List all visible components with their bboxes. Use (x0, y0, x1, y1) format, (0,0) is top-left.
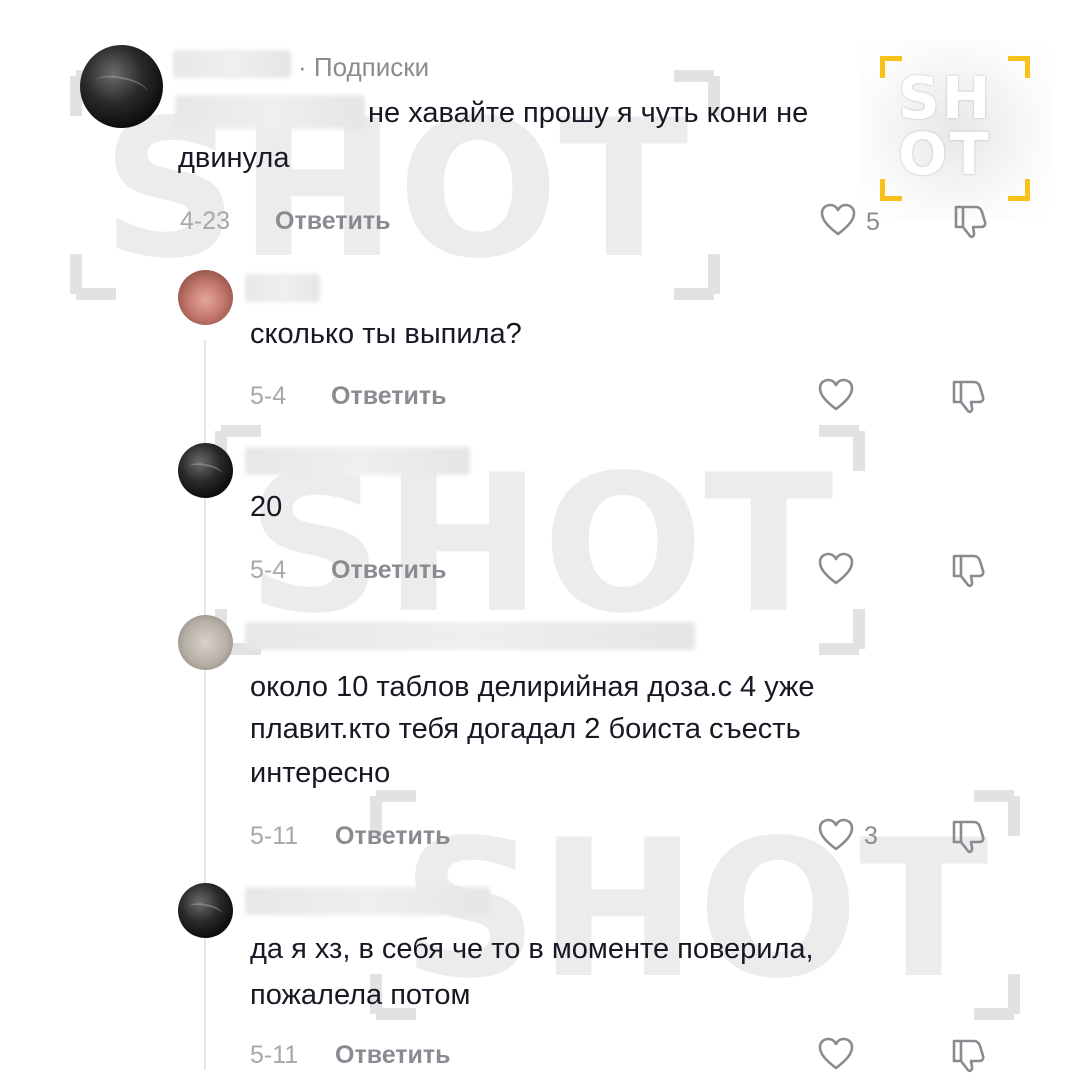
reply-button[interactable]: Ответить (335, 822, 451, 851)
avatar[interactable] (178, 270, 233, 325)
mention-blurred[interactable] (175, 95, 365, 129)
comment-date: 5-4 (250, 382, 287, 410)
like-count: 5 (866, 208, 880, 236)
avatar[interactable] (178, 443, 233, 498)
reply-button[interactable]: Ответить (331, 382, 447, 411)
shot-logo: SH OT (880, 56, 1030, 201)
reply-button[interactable]: Ответить (331, 556, 447, 585)
thumbs-down-outline-icon[interactable] (950, 378, 986, 414)
comment-text: сколько ты выпила? (250, 318, 522, 350)
reply-item: 20 5-4 Ответить (0, 435, 1080, 595)
comment-text-line-1: около 10 таблов делирийная доза.с 4 уже (250, 671, 815, 703)
comment-text-line-2: двинула (178, 142, 290, 174)
comment-date: 5-4 (250, 556, 287, 584)
comment-text-line-3: интересно (250, 757, 391, 789)
comment-text-line-2: пожалела потом (250, 979, 471, 1011)
logo-line-1: SH (898, 64, 993, 132)
avatar[interactable] (178, 883, 233, 938)
heart-outline-icon[interactable] (818, 818, 854, 852)
reply-button[interactable]: Ответить (335, 1041, 451, 1070)
comment-date: 5-11 (250, 1041, 299, 1069)
username-blurred[interactable] (245, 887, 490, 915)
subscriptions-label: · Подписки (298, 52, 430, 82)
comment-text-line-2: плавит.кто тебя догадал 2 боиста съесть (250, 713, 801, 745)
comment-text-line-1: да я хз, в себя че то в моменте поверила… (250, 933, 814, 965)
avatar[interactable] (178, 615, 233, 670)
reply-item: да я хз, в себя че то в моменте поверила… (0, 875, 1080, 1080)
logo-line-2: OT (898, 120, 991, 188)
username-blurred[interactable] (245, 622, 695, 650)
thumbs-down-outline-icon[interactable] (950, 552, 986, 588)
username-blurred[interactable] (245, 274, 320, 302)
username-blurred[interactable] (173, 50, 291, 78)
comment-date: 5-11 (250, 822, 299, 850)
thumbs-down-outline-icon[interactable] (952, 203, 988, 239)
heart-outline-icon[interactable] (818, 552, 854, 586)
reply-item: сколько ты выпила? 5-4 Ответить (0, 260, 1080, 420)
like-count: 3 (864, 822, 878, 850)
username-blurred[interactable] (245, 447, 470, 475)
heart-outline-icon[interactable] (820, 203, 856, 237)
reply-button[interactable]: Ответить (275, 207, 391, 236)
avatar[interactable] (80, 45, 163, 128)
thumbs-down-outline-icon[interactable] (950, 1037, 986, 1073)
thumbs-down-outline-icon[interactable] (950, 818, 986, 854)
comment-date: 4-23 (180, 207, 231, 235)
heart-outline-icon[interactable] (818, 1037, 854, 1071)
heart-outline-icon[interactable] (818, 378, 854, 412)
reply-item: около 10 таблов делирийная доза.с 4 уже … (0, 610, 1080, 860)
comment-text-line-1: не хавайте прошу я чуть кони не (368, 97, 809, 129)
comment-text: 20 (250, 491, 283, 523)
